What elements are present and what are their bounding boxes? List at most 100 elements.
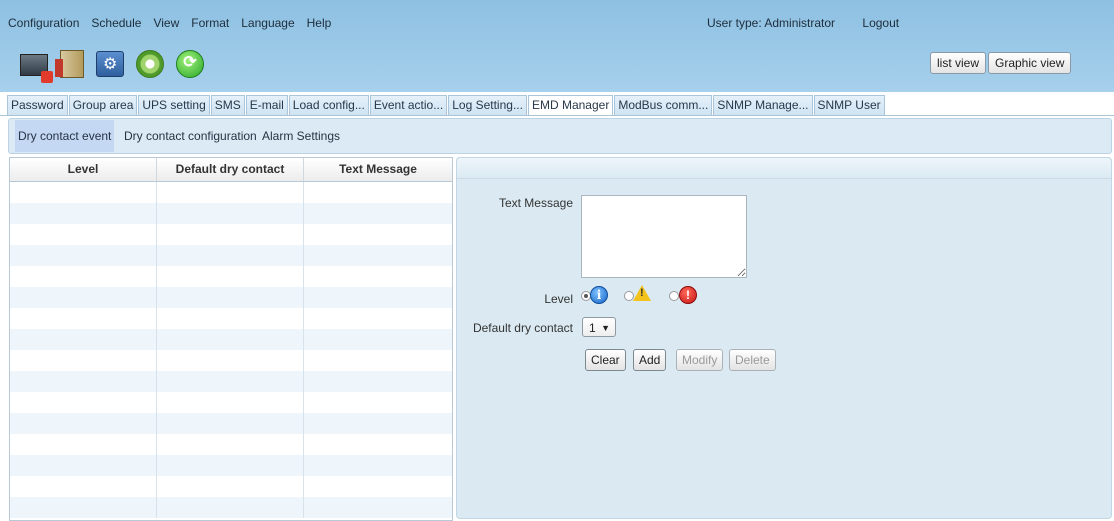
logout-link[interactable]: Logout — [862, 16, 899, 30]
level-error-radio[interactable] — [669, 291, 679, 301]
table-cell — [157, 350, 304, 371]
subtab-alarm-settings[interactable]: Alarm Settings — [262, 120, 340, 152]
subtab-dry-contact-configuration[interactable]: Dry contact configuration — [124, 120, 257, 152]
tab-snmp-user[interactable]: SNMP User — [813, 95, 885, 115]
tab-ups-setting[interactable]: UPS setting — [138, 95, 210, 115]
table-cell — [157, 329, 304, 350]
chevron-down-icon: ▼ — [601, 323, 610, 333]
add-button[interactable]: Add — [633, 349, 667, 371]
table-row[interactable] — [10, 476, 452, 497]
info-icon: i — [590, 286, 608, 304]
table-cell — [10, 476, 157, 497]
column-header-default-dry-contact[interactable]: Default dry contact — [157, 158, 304, 181]
table-row[interactable] — [10, 392, 452, 413]
tab-load-config[interactable]: Load config... — [288, 95, 369, 115]
table-row[interactable] — [10, 497, 452, 518]
delete-button[interactable]: Delete — [729, 349, 776, 371]
table-cell — [304, 455, 452, 476]
text-message-label: Text Message — [498, 196, 573, 210]
tab-log-setting[interactable]: Log Setting... — [448, 95, 527, 115]
menu-format[interactable]: Format — [191, 16, 229, 30]
tab-snmp-manager[interactable]: SNMP Manage... — [713, 95, 813, 115]
user-type-label: User type: — [707, 16, 762, 30]
table-cell — [157, 266, 304, 287]
menu-view[interactable]: View — [153, 16, 179, 30]
table-cell — [10, 266, 157, 287]
table-cell — [157, 392, 304, 413]
table-cell — [10, 329, 157, 350]
table-cell — [157, 371, 304, 392]
table-cell — [10, 224, 157, 245]
tools-icon[interactable] — [96, 51, 124, 77]
table-cell — [10, 245, 157, 266]
error-icon: ! — [679, 286, 697, 304]
table-cell — [304, 476, 452, 497]
graphic-view-button[interactable]: Graphic view — [988, 52, 1072, 74]
tab-event-action[interactable]: Event actio... — [369, 95, 448, 115]
list-view-button[interactable]: list view — [930, 52, 987, 74]
table-row[interactable] — [10, 455, 452, 476]
table-row[interactable] — [10, 224, 452, 245]
column-header-level[interactable]: Level — [10, 158, 157, 181]
table-row[interactable] — [10, 434, 452, 455]
table-header: Level Default dry contact Text Message — [10, 158, 452, 182]
subtab-dry-contact-event[interactable]: Dry contact event — [15, 120, 115, 152]
table-row[interactable] — [10, 308, 452, 329]
table-cell — [157, 287, 304, 308]
table-cell — [157, 224, 304, 245]
header-bar: Configuration Schedule View Format Langu… — [0, 0, 1114, 92]
table-cell — [10, 455, 157, 476]
modify-button[interactable]: Modify — [676, 349, 724, 371]
table-body — [10, 182, 452, 518]
clear-button[interactable]: Clear — [585, 349, 626, 371]
menu-help[interactable]: Help — [307, 16, 332, 30]
tab-modbus[interactable]: ModBus comm... — [614, 95, 713, 115]
table-cell — [10, 203, 157, 224]
tab-divider — [0, 115, 1114, 116]
table-row[interactable] — [10, 266, 452, 287]
table-row[interactable] — [10, 350, 452, 371]
dry-contact-select[interactable]: 1 ▼ — [582, 317, 616, 337]
building-icon[interactable] — [55, 50, 84, 78]
table-cell — [304, 182, 452, 203]
table-cell — [10, 350, 157, 371]
text-message-input[interactable] — [581, 195, 747, 278]
tab-emd-manager[interactable]: EMD Manager — [527, 95, 614, 115]
table-row[interactable] — [10, 329, 452, 350]
table-row[interactable] — [10, 182, 452, 203]
table-cell — [10, 413, 157, 434]
table-cell — [304, 245, 452, 266]
table-row[interactable] — [10, 287, 452, 308]
main-tabs: Password Group area UPS setting SMS E-ma… — [7, 95, 886, 115]
tab-group-area[interactable]: Group area — [68, 95, 138, 115]
table-cell — [304, 266, 452, 287]
table-row[interactable] — [10, 245, 452, 266]
table-cell — [304, 350, 452, 371]
table-row[interactable] — [10, 203, 452, 224]
table-cell — [157, 497, 304, 518]
table-cell — [157, 203, 304, 224]
menu-schedule[interactable]: Schedule — [91, 16, 141, 30]
table-cell — [10, 287, 157, 308]
table-cell — [157, 434, 304, 455]
tab-sms[interactable]: SMS — [210, 95, 245, 115]
menu-language[interactable]: Language — [241, 16, 294, 30]
table-cell — [157, 455, 304, 476]
sync-icon[interactable]: ⟳ — [176, 50, 204, 78]
user-type-value: Administrator — [764, 16, 836, 30]
dry-contact-value: 1 — [589, 321, 596, 335]
monitor-icon[interactable] — [20, 54, 53, 83]
column-header-text-message[interactable]: Text Message — [304, 158, 452, 181]
menu-bar: Configuration Schedule View Format Langu… — [8, 16, 343, 30]
event-table: Level Default dry contact Text Message — [9, 157, 453, 521]
table-cell — [304, 203, 452, 224]
tab-password[interactable]: Password — [7, 95, 68, 115]
table-cell — [10, 392, 157, 413]
menu-configuration[interactable]: Configuration — [8, 16, 79, 30]
tab-email[interactable]: E-mail — [245, 95, 288, 115]
table-row[interactable] — [10, 413, 452, 434]
table-cell — [157, 476, 304, 497]
table-row[interactable] — [10, 371, 452, 392]
event-edit-panel: Text Message Level i ! Default dry conta… — [456, 157, 1112, 519]
cd-icon[interactable] — [136, 50, 164, 78]
